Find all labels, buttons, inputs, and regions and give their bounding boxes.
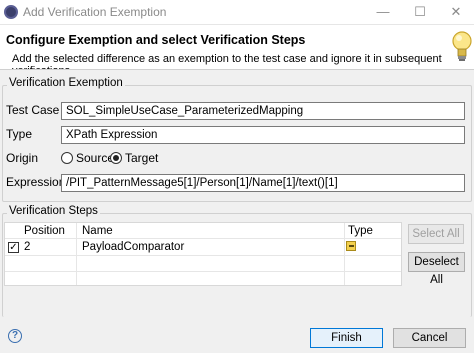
help-icon[interactable]: ? (8, 329, 22, 343)
lightbulb-icon (452, 31, 472, 61)
close-button[interactable]: ✕ (441, 3, 471, 21)
origin-label: Origin (6, 151, 39, 165)
expression-label: Expression (6, 175, 66, 189)
column-position[interactable]: Position (24, 225, 65, 237)
verification-exemption-group: Verification Exemption Test Case SOL_Sim… (2, 77, 472, 202)
app-icon (4, 5, 18, 19)
title-bar: Add Verification Exemption — ☐ ✕ (0, 0, 474, 25)
window-title: Add Verification Exemption (23, 5, 167, 19)
expression-field[interactable]: /PIT_PatternMessage5[1]/Person[1]/Name[1… (61, 174, 465, 192)
column-type[interactable]: Type (348, 225, 373, 237)
step-position: 2 (24, 241, 31, 253)
select-all-button[interactable]: Select All (408, 224, 464, 244)
type-field[interactable]: XPath Expression (61, 126, 465, 144)
steps-table[interactable]: Position Name Type ✓ 2 PayloadComparator (4, 222, 402, 286)
column-divider (344, 223, 345, 285)
column-name[interactable]: Name (82, 225, 113, 237)
dialog-footer: ? Finish Cancel (0, 317, 474, 353)
test-case-label: Test Case (6, 103, 60, 117)
header-title: Configure Exemption and select Verificat… (6, 33, 306, 47)
origin-target-label[interactable]: Target (125, 151, 158, 165)
origin-source-label[interactable]: Source (76, 151, 114, 165)
dialog-content: Verification Exemption Test Case SOL_Sim… (0, 69, 474, 317)
row-divider (5, 255, 401, 256)
step-name: PayloadComparator (82, 241, 185, 253)
column-divider (76, 223, 77, 285)
step-row-checkbox[interactable]: ✓ (8, 242, 19, 253)
deselect-all-button[interactable]: Deselect All (408, 252, 465, 286)
comparator-icon (346, 241, 356, 251)
row-divider (5, 271, 401, 272)
verification-exemption-title: Verification Exemption (7, 77, 125, 89)
origin-source-radio[interactable] (61, 152, 73, 164)
finish-button[interactable]: Finish (310, 328, 383, 348)
row-divider (5, 238, 401, 239)
maximize-button[interactable]: ☐ (405, 3, 435, 21)
type-label: Type (6, 127, 33, 141)
test-case-field[interactable]: SOL_SimpleUseCase_ParameterizedMapping (61, 102, 465, 120)
cancel-button[interactable]: Cancel (393, 328, 466, 348)
verification-steps-title: Verification Steps (7, 205, 100, 217)
origin-target-radio[interactable] (110, 152, 122, 164)
wizard-header: Configure Exemption and select Verificat… (0, 25, 474, 77)
minimize-button[interactable]: — (368, 3, 398, 21)
